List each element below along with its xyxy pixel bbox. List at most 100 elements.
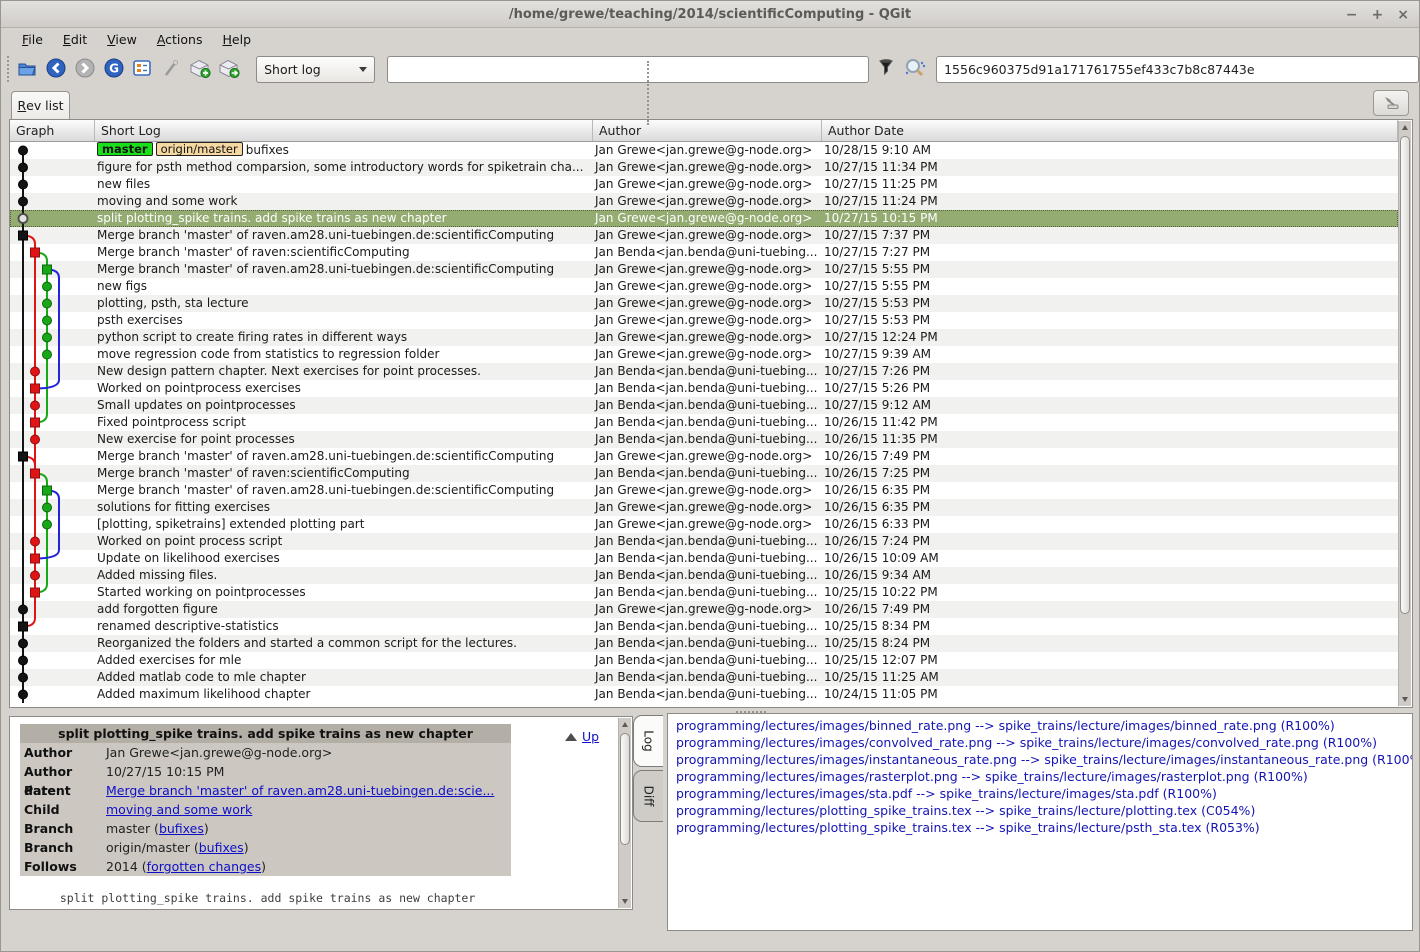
table-row[interactable]: Merge branch 'master' of raven.am28.uni-… [10,227,1398,244]
table-row[interactable]: masterorigin/masterbufixesJan Grewe<jan.… [10,142,1398,159]
author-date-cell: 10/27/15 5:55 PM [822,278,1398,295]
table-row[interactable]: Update on likelihood exercisesJan Benda<… [10,550,1398,567]
table-row[interactable]: moving and some workJan Grewe<jan.grewe@… [10,193,1398,210]
detail-link[interactable]: forgotten changes [147,859,261,874]
table-row[interactable]: Merge branch 'master' of raven.am28.uni-… [10,261,1398,278]
wand-button[interactable] [158,56,185,82]
file-rename-entry[interactable]: programming/lectures/images/rasterplot.p… [676,768,1412,785]
detach-tab-button[interactable] [1373,90,1409,116]
file-rename-entry[interactable]: programming/lectures/plotting_spike_trai… [676,819,1412,836]
table-row[interactable]: figure for psth method comparsion, some … [10,159,1398,176]
minimize-button[interactable]: − [1346,8,1358,22]
scroll-up-icon[interactable] [619,718,631,731]
toolbar: G Short log [1,51,1419,87]
author-date-cell: 10/27/15 7:27 PM [822,244,1398,261]
table-row[interactable]: Reorganized the folders and started a co… [10,635,1398,652]
table-row[interactable]: renamed descriptive-statisticsJan Benda<… [10,618,1398,635]
forward-button[interactable] [72,56,99,82]
table-row[interactable]: plotting, psth, sta lectureJan Grewe<jan… [10,295,1398,312]
table-row[interactable]: Added missing files.Jan Benda<jan.benda@… [10,567,1398,584]
menu-bar: FileEditViewActionsHelp [1,28,1419,51]
detail-link[interactable]: bufixes [199,840,244,855]
table-row[interactable]: split plotting_spike trains. add spike t… [10,210,1398,227]
maximize-button[interactable]: + [1372,8,1384,22]
menu-edit[interactable]: Edit [54,29,96,50]
up-link[interactable]: Up [582,729,599,744]
toolbar-grip[interactable] [7,56,12,82]
table-row[interactable]: Merge branch 'master' of raven:scientifi… [10,244,1398,261]
table-row[interactable]: Added exercises for mleJan Benda<jan.ben… [10,652,1398,669]
detail-link[interactable]: moving and some work [106,802,252,817]
table-row[interactable]: New exercise for point processesJan Bend… [10,431,1398,448]
table-row[interactable]: Started working on pointprocessesJan Ben… [10,584,1398,601]
back-button[interactable] [43,56,70,82]
menu-help[interactable]: Help [214,29,261,50]
table-row[interactable]: Fixed pointprocess scriptJan Benda<jan.b… [10,414,1398,431]
table-row[interactable]: Worked on pointprocess exercisesJan Bend… [10,380,1398,397]
file-rename-entry[interactable]: programming/lectures/images/convolved_ra… [676,734,1412,751]
detail-link[interactable]: Merge branch 'master' of raven.am28.uni-… [106,783,494,798]
detail-field-label: Branch [20,838,106,857]
menu-view[interactable]: View [98,29,146,50]
menu-actions[interactable]: Actions [148,29,212,50]
detail-field: ParentMerge branch 'master' of raven.am2… [20,781,511,800]
menu-file[interactable]: File [13,29,52,50]
table-row[interactable]: new figsJan Grewe<jan.grewe@g-node.org>1… [10,278,1398,295]
up-button[interactable]: Up [565,729,599,744]
table-row[interactable]: Merge branch 'master' of raven:scientifi… [10,465,1398,482]
qgit-window: /home/grewe/teaching/2014/scientificComp… [0,0,1420,952]
scrollbar-thumb[interactable] [1400,136,1410,614]
table-row[interactable]: psth exercisesJan Grewe<jan.grewe@g-node… [10,312,1398,329]
splitter-grip-vertical[interactable] [647,61,649,125]
table-row[interactable]: [plotting, spiketrains] extended plottin… [10,516,1398,533]
table-row[interactable]: new filesJan Grewe<jan.grewe@g-node.org>… [10,176,1398,193]
author-date-cell: 10/25/15 11:25 AM [822,669,1398,686]
author-cell: Jan Grewe<jan.grewe@g-node.org> [593,516,822,533]
scrollbar-thumb[interactable] [620,733,630,845]
scroll-down-icon[interactable] [619,895,631,908]
file-rename-entry[interactable]: programming/lectures/images/sta.pdf --> … [676,785,1412,802]
table-row[interactable]: Added matlab code to mle chapterJan Bend… [10,669,1398,686]
apply-patch-button[interactable] [215,56,242,82]
view-mode-select[interactable]: Short log [256,56,375,83]
table-row[interactable]: Small updates on pointprocessesJan Benda… [10,397,1398,414]
table-row[interactable]: New design pattern chapter. Next exercis… [10,363,1398,380]
view-toggle-button[interactable] [129,56,156,82]
table-row[interactable]: move regression code from statistics to … [10,346,1398,363]
scroll-up-icon[interactable] [1399,121,1411,134]
side-tab-diff[interactable]: Diff [633,770,663,822]
title-bar[interactable]: /home/grewe/teaching/2014/scientificComp… [1,1,1419,28]
short-log-cell: add forgotten figure [95,601,593,618]
find-highlight-icon[interactable] [903,57,927,82]
table-row[interactable]: Added maximum likelihood chapterJan Bend… [10,686,1398,703]
column-header-author[interactable]: Author [593,120,822,141]
detail-scrollbar[interactable] [618,718,631,908]
close-button[interactable]: × [1397,8,1409,22]
table-row[interactable]: solutions for fitting exercisesJan Grewe… [10,499,1398,516]
table-row[interactable]: Worked on point process scriptJan Benda<… [10,533,1398,550]
author-cell: Jan Benda<jan.benda@uni-tuebing... [593,397,822,414]
author-date-cell: 10/27/15 10:15 PM [822,210,1398,227]
filter-input[interactable] [387,56,869,83]
rev-table-scrollbar[interactable] [1398,121,1411,706]
side-tab-log[interactable]: Log [633,715,663,767]
table-row[interactable]: Merge branch 'master' of raven.am28.uni-… [10,448,1398,465]
author-date-cell: 10/26/15 6:35 PM [822,482,1398,499]
save-patch-button[interactable] [187,56,214,82]
detail-link[interactable]: bufixes [159,821,204,836]
short-log-cell: Added missing files. [95,567,593,584]
table-row[interactable]: Merge branch 'master' of raven.am28.uni-… [10,482,1398,499]
file-rename-entry[interactable]: programming/lectures/images/binned_rate.… [676,717,1412,734]
file-rename-entry[interactable]: programming/lectures/plotting_spike_trai… [676,802,1412,819]
column-header-author-date[interactable]: Author Date [822,120,1398,141]
table-row[interactable]: python script to create firing rates in … [10,329,1398,346]
scroll-down-icon[interactable] [1399,693,1411,706]
column-header-short-log[interactable]: Short Log [95,120,593,141]
tab-rev-list[interactable]: Rev list [11,91,70,119]
table-row[interactable]: add forgotten figureJan Grewe<jan.grewe@… [10,601,1398,618]
reload-button[interactable]: G [100,56,127,82]
file-rename-entry[interactable]: programming/lectures/images/instantaneou… [676,751,1412,768]
sha-input[interactable] [936,56,1419,83]
open-repo-button[interactable] [14,56,41,82]
column-header-graph[interactable]: Graph [10,120,95,141]
